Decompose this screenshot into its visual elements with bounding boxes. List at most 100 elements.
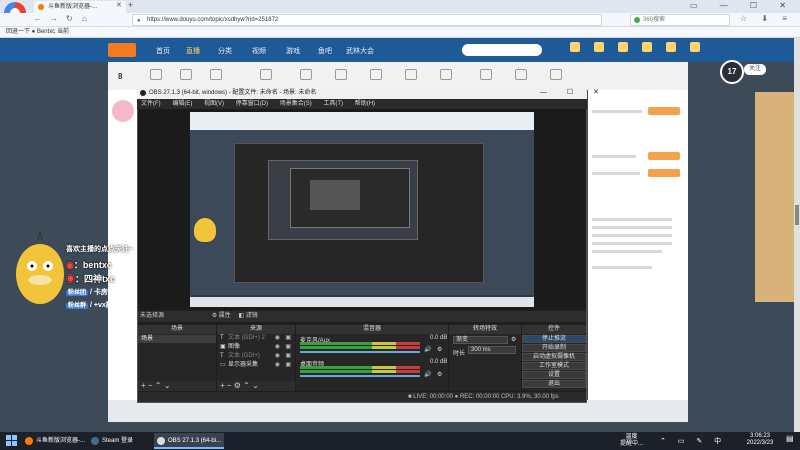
bookmarks-bar[interactable]: 回退一下 ● Bentxc 当前: [0, 27, 800, 38]
new-tab-button[interactable]: +: [128, 0, 133, 10]
system-tray-icons[interactable]: ⌃ ▭ ✎ 中: [660, 436, 726, 446]
transition-select[interactable]: 渐变: [453, 336, 508, 344]
obs-titlebar[interactable]: OBS 27.1.3 (64-bit, windows) - 配置文件: 未命名…: [137, 87, 587, 99]
home-icon[interactable]: ⌂: [82, 14, 87, 23]
chat-icon[interactable]: [440, 69, 452, 80]
settings-button[interactable]: 设置: [522, 371, 586, 379]
weather-widget[interactable]: 温度 提醒中...: [620, 434, 643, 448]
cup-icon[interactable]: [210, 69, 222, 80]
box-icon[interactable]: [260, 69, 272, 80]
history-icon[interactable]: [570, 42, 580, 52]
rp-action-button[interactable]: [648, 152, 680, 160]
scenes-dock-toolbar[interactable]: + − ⌃ ⌄: [138, 381, 216, 391]
exit-button[interactable]: 退出: [522, 380, 586, 388]
menu-file[interactable]: 文件(F): [141, 101, 161, 107]
eye-icon[interactable]: ◉: [275, 352, 280, 361]
user-icon[interactable]: [690, 42, 700, 52]
star-icon[interactable]: [335, 69, 347, 80]
duration-input[interactable]: 300 ms: [468, 346, 516, 354]
nav-live[interactable]: 直播: [186, 46, 200, 56]
page-scrollbar[interactable]: [794, 38, 800, 432]
nav-games[interactable]: 游戏: [286, 46, 300, 56]
scrollbar-thumb[interactable]: [795, 205, 799, 225]
windows-start-icon[interactable]: [6, 435, 18, 447]
eye-icon[interactable]: ◉: [275, 343, 280, 352]
rp-action-button[interactable]: [648, 107, 680, 115]
taskbar-app-obs[interactable]: OBS 27.1.3 (64-bi...: [154, 433, 224, 449]
notification-icon[interactable]: ▤: [786, 434, 796, 448]
sofa-icon[interactable]: [550, 69, 562, 80]
gear-icon[interactable]: ⚙: [212, 313, 217, 319]
scene-item[interactable]: 场景: [138, 335, 216, 343]
car-icon[interactable]: [405, 69, 417, 80]
stop-streaming-button[interactable]: 停止推流: [522, 335, 586, 343]
douyu-logo[interactable]: [108, 43, 136, 57]
avatar-badge[interactable]: 关注: [744, 64, 766, 75]
eye-icon[interactable]: ◉: [275, 361, 280, 370]
filters-button[interactable]: 滤镜: [246, 313, 258, 319]
lock-icon[interactable]: ▣: [285, 361, 291, 370]
menu-tools[interactable]: 工具(T): [323, 101, 343, 107]
search-input[interactable]: 360搜索: [630, 14, 730, 26]
menu-docks[interactable]: 停靠窗口(D): [236, 101, 268, 107]
lock-icon[interactable]: ▣: [285, 352, 291, 361]
rp-action-button[interactable]: [648, 169, 680, 177]
gear-icon[interactable]: ⚙: [437, 346, 442, 353]
site-search-input[interactable]: [462, 44, 542, 56]
source-row[interactable]: ▣ 图像 ◉ ▣: [218, 343, 294, 352]
lock-icon[interactable]: ▣: [285, 343, 291, 352]
filter-icon[interactable]: ◧: [238, 313, 244, 319]
studio-mode-button[interactable]: 工作室模式: [522, 362, 586, 370]
close-tab-icon[interactable]: ✕: [116, 1, 122, 9]
browser-window-controls[interactable]: ▭ — ☐ ✕: [690, 1, 796, 10]
download-icon[interactable]: [618, 42, 628, 52]
flag-icon[interactable]: [370, 69, 382, 80]
avatar[interactable]: 17: [720, 60, 744, 84]
nav-video[interactable]: 视频: [252, 46, 266, 56]
ad-banner[interactable]: [755, 92, 795, 302]
nav-yuba[interactable]: 鱼吧: [318, 46, 332, 56]
taskbar-app-browser[interactable]: 斗鱼新版浏览器-...: [22, 433, 86, 449]
url-input[interactable]: ● https://www.douyu.com/topic/xsdhyw?rid=…: [132, 14, 602, 26]
reload-icon[interactable]: ↻: [66, 14, 73, 23]
source-row[interactable]: T 文本 (GDI+) ◉ ▣: [218, 352, 294, 361]
menu-view[interactable]: 视图(V): [204, 101, 224, 107]
obs-title: OBS 27.1.3 (64-bit, windows) - 配置文件: 未命名…: [149, 90, 317, 96]
forward-icon[interactable]: →: [50, 14, 58, 23]
clock-time: 3:06:23: [749, 433, 771, 439]
volume-slider[interactable]: [300, 351, 420, 353]
follow-icon[interactable]: [594, 42, 604, 52]
sources-dock-toolbar[interactable]: + − ⚙ ⌃ ⌄: [217, 381, 295, 391]
message-icon[interactable]: [642, 42, 652, 52]
gear-icon[interactable]: ⚙: [511, 336, 516, 343]
gift-icon[interactable]: [150, 69, 162, 80]
speaker-icon[interactable]: 🔊: [424, 371, 431, 378]
volume-slider[interactable]: [300, 375, 420, 377]
taskbar-clock[interactable]: 3:06:23 2022/3/23: [740, 433, 780, 447]
source-row[interactable]: T 文本 (GDI+) 2 ◉ ▣: [218, 334, 294, 343]
nav-category[interactable]: 分类: [218, 46, 232, 56]
grid-icon[interactable]: [180, 69, 192, 80]
menu-scene-collection[interactable]: 场景集合(S): [280, 101, 312, 107]
nav-wulin[interactable]: 武林大会: [346, 46, 374, 56]
virtual-camera-button[interactable]: 启动虚拟摄像机: [522, 353, 586, 361]
browser-tab[interactable]: 斗鱼新版浏览器-...: [34, 1, 126, 13]
speaker-icon[interactable]: 🔊: [424, 346, 431, 353]
lock-icon[interactable]: ▣: [285, 334, 291, 343]
tv-icon[interactable]: [515, 69, 527, 80]
start-recording-button[interactable]: 开始录制: [522, 344, 586, 352]
menu-help[interactable]: 帮助(H): [355, 101, 375, 107]
browser-toolbar-icons[interactable]: ☆ ⬇ ≡: [740, 14, 793, 23]
gear-icon[interactable]: ⚙: [437, 371, 442, 378]
trophy-icon[interactable]: [480, 69, 492, 80]
back-icon[interactable]: ←: [34, 14, 42, 23]
eye-icon[interactable]: ◉: [275, 334, 280, 343]
properties-button[interactable]: 属性: [219, 313, 231, 319]
nav-home[interactable]: 首页: [156, 46, 170, 56]
book-icon[interactable]: [300, 69, 312, 80]
taskbar-app-steam[interactable]: Steam 登录: [88, 433, 152, 449]
source-row[interactable]: ▭ 显示器采集 ◉ ▣: [218, 361, 294, 370]
menu-edit[interactable]: 编辑(E): [172, 101, 192, 107]
obs-window-controls[interactable]: — ☐ ✕: [540, 88, 608, 96]
task-icon[interactable]: [666, 42, 676, 52]
